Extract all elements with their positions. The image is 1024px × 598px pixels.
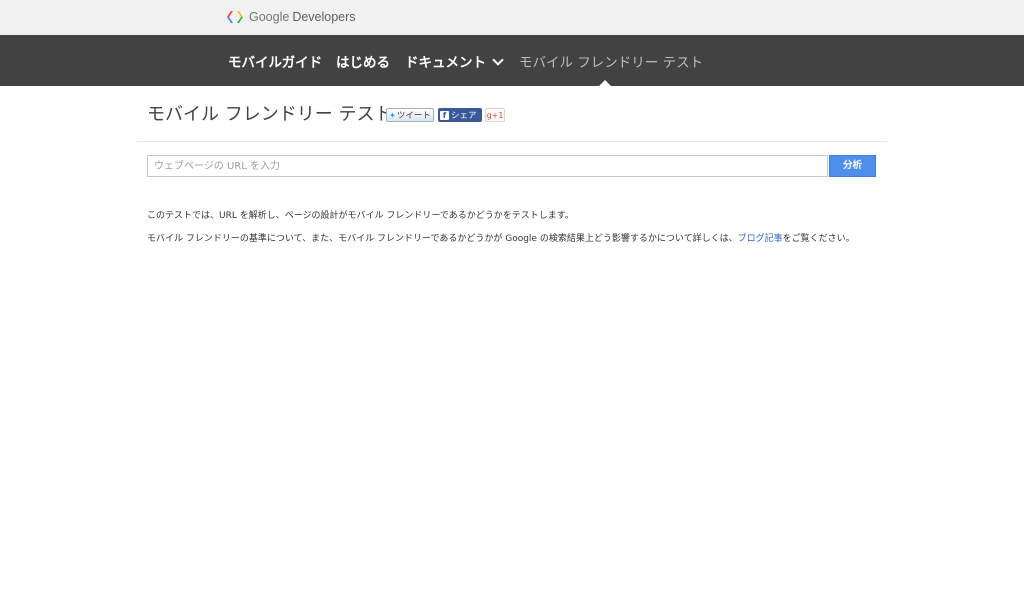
google-plus-label: g+1	[486, 110, 504, 120]
tweet-label: ツイート	[396, 111, 431, 121]
main-nav: モバイルガイド はじめる ドキュメント モバイル フレンドリー テスト	[0, 35, 1024, 86]
description-criteria-text: モバイル フレンドリーの基準について、また、モバイル フレンドリーであるかどうか…	[147, 231, 855, 244]
nav-item-mobile-guide[interactable]: モバイルガイド	[228, 51, 322, 71]
active-nav-pointer	[599, 80, 611, 86]
tweet-button[interactable]: ✦ ツイート	[386, 108, 434, 122]
nav-item-documents[interactable]: ドキュメント	[405, 51, 504, 71]
google-developers-icon	[227, 11, 243, 23]
facebook-share-button[interactable]: f シェア	[438, 108, 482, 122]
facebook-share-label: シェア	[451, 111, 477, 121]
brand-google-text: Google	[249, 10, 290, 24]
facebook-icon: f	[440, 110, 449, 120]
blog-post-link[interactable]: ブログ記事	[738, 234, 783, 244]
description-text: このテストでは、URL を解析し、ページの設計がモバイル フレンドリーであるかど…	[147, 211, 574, 221]
page-title: モバイル フレンドリー テスト	[147, 104, 393, 125]
url-input[interactable]	[147, 155, 828, 177]
google-developers-logo[interactable]: Google Developers	[226, 8, 356, 26]
nav-item-getting-started[interactable]: はじめる	[336, 51, 390, 71]
description-criteria-before: モバイル フレンドリーの基準について、また、モバイル フレンドリーであるかどうか…	[147, 234, 738, 244]
top-bar: Google Developers	[0, 0, 1024, 35]
chevron-down-icon	[492, 54, 504, 66]
twitter-icon: ✦	[389, 110, 396, 120]
description-criteria-after: をご覧ください。	[782, 234, 855, 244]
brand-developers-text: Developers	[292, 10, 356, 24]
nav-item-mobile-friendly-test[interactable]: モバイル フレンドリー テスト	[519, 51, 703, 71]
header-divider	[137, 141, 887, 142]
nav-item-documents-label: ドキュメント	[405, 55, 486, 71]
analyze-button[interactable]: 分析	[829, 155, 876, 177]
google-plus-button[interactable]: g+1	[485, 108, 505, 122]
